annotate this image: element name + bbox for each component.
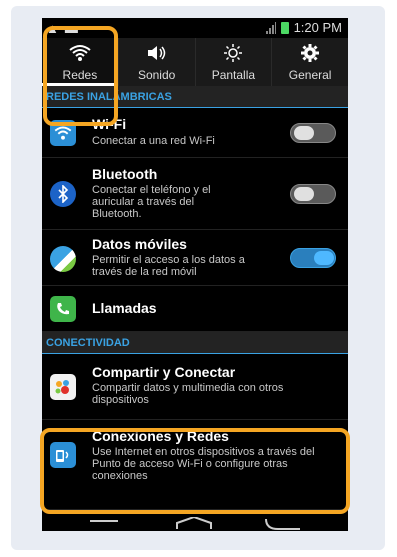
- tab-pantalla[interactable]: Pantalla: [196, 38, 273, 86]
- tab-label: Pantalla: [211, 68, 256, 82]
- navigation-bar: [42, 515, 348, 531]
- item-subtitle: Conectar a una red Wi-Fi: [92, 135, 215, 147]
- share-connect-icon: [50, 374, 76, 400]
- signal-icon: [265, 21, 276, 34]
- brightness-icon: [222, 42, 244, 64]
- item-subtitle: Permitir el acceso a los datos a través …: [92, 254, 245, 278]
- speaker-icon: [146, 42, 168, 64]
- gear-icon: [299, 42, 321, 64]
- item-subtitle: Conectar el teléfono y el auricular a tr…: [92, 184, 211, 220]
- tab-label: General: [288, 68, 332, 82]
- tab-general[interactable]: General: [272, 38, 348, 86]
- tab-sonido[interactable]: Sonido: [119, 38, 196, 86]
- toggle-knob: [314, 251, 334, 265]
- toggle-knob: [294, 126, 314, 140]
- section-header-connectivity: CONECTIVIDAD: [42, 332, 348, 354]
- bluetooth-icon: [50, 181, 76, 207]
- phone-icon: [50, 296, 76, 322]
- bluetooth-toggle[interactable]: [290, 184, 336, 204]
- menu-icon: [90, 520, 118, 522]
- item-title: Bluetooth: [92, 166, 158, 182]
- item-subtitle: Compartir datos y multimedia con otros d…: [92, 382, 284, 406]
- item-title: Datos móviles: [92, 236, 187, 252]
- highlight-connections-networks: [40, 428, 350, 514]
- tab-label: Sonido: [137, 68, 176, 82]
- list-item-mobile-data[interactable]: Datos móviles Permitir el acceso a los d…: [42, 230, 348, 286]
- item-title: Llamadas: [92, 300, 157, 316]
- list-item-calls[interactable]: Llamadas: [42, 286, 348, 332]
- status-time: 1:20 PM: [293, 20, 342, 35]
- list-item-share-connect[interactable]: Compartir y Conectar Compartir datos y m…: [42, 354, 348, 420]
- battery-icon: [280, 21, 289, 34]
- toggle-knob: [294, 187, 314, 201]
- wifi-toggle[interactable]: [290, 123, 336, 143]
- highlight-redes-tab: [43, 26, 118, 126]
- back-icon: [265, 518, 300, 530]
- home-icon: [176, 515, 212, 529]
- list-item-bluetooth[interactable]: Bluetooth Conectar el teléfono y el auri…: [42, 158, 348, 230]
- mobile-data-toggle[interactable]: [290, 248, 336, 268]
- mobile-data-icon: [50, 246, 76, 272]
- item-title: Compartir y Conectar: [92, 364, 236, 380]
